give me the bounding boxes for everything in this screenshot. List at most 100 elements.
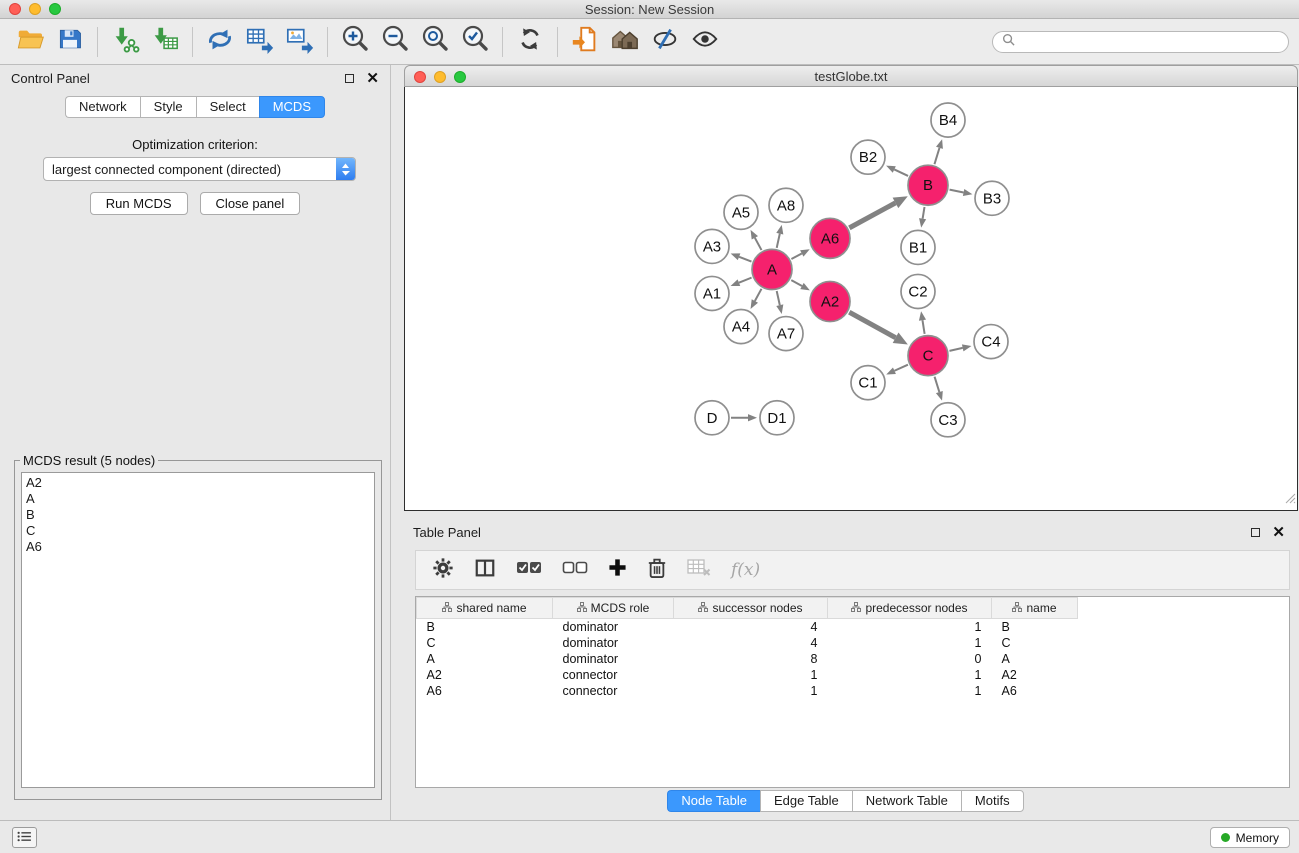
table-cell[interactable]: 4 [674, 635, 828, 651]
mcds-result-item[interactable]: A [26, 491, 370, 507]
network-edge[interactable] [923, 207, 925, 219]
import-table-from-file-button[interactable] [145, 23, 185, 61]
run-mcds-button[interactable]: Run MCDS [90, 192, 188, 215]
table-cell[interactable]: 1 [828, 619, 992, 635]
table-cell[interactable]: A6 [992, 683, 1078, 699]
table-row[interactable]: Bdominator41B [417, 619, 1078, 635]
refresh-button[interactable] [510, 23, 550, 61]
zoom-in-button[interactable] [335, 23, 375, 61]
zoom-window-button[interactable] [49, 3, 61, 15]
network-edge[interactable] [949, 348, 962, 351]
search-box[interactable] [992, 31, 1289, 53]
mcds-result-item[interactable]: A6 [26, 539, 370, 555]
tab-style[interactable]: Style [140, 96, 196, 118]
network-edge[interactable] [922, 320, 924, 334]
select-all-button[interactable] [516, 560, 542, 581]
tab-edge-table[interactable]: Edge Table [760, 790, 852, 812]
table-cell[interactable]: 1 [674, 667, 828, 683]
tab-select[interactable]: Select [196, 96, 259, 118]
close-table-panel-icon[interactable]: ✕ [1272, 525, 1285, 540]
network-edge[interactable] [739, 278, 752, 283]
table-cell[interactable]: A [992, 651, 1078, 667]
table-cell[interactable]: dominator [553, 651, 674, 667]
network-edge[interactable] [894, 169, 908, 175]
table-cell[interactable]: 8 [674, 651, 828, 667]
network-edge[interactable] [849, 312, 895, 338]
memory-button[interactable]: Memory [1210, 827, 1290, 848]
delete-row-button[interactable] [647, 557, 667, 584]
task-history-button[interactable] [12, 827, 37, 848]
close-panel-icon[interactable]: ✕ [366, 71, 379, 86]
table-cell[interactable]: connector [553, 683, 674, 699]
network-edge[interactable] [934, 148, 939, 164]
search-input[interactable] [1020, 35, 1279, 49]
column-header[interactable]: predecessor nodes [828, 598, 992, 619]
column-header[interactable]: name [992, 598, 1078, 619]
mcds-result-item[interactable]: C [26, 523, 370, 539]
network-edge[interactable] [755, 238, 762, 250]
close-network-window-button[interactable] [414, 71, 426, 83]
table-cell[interactable]: B [992, 619, 1078, 635]
resize-grip-icon[interactable] [1285, 491, 1296, 509]
zoom-selected-button[interactable] [455, 23, 495, 61]
export-table-button[interactable] [240, 23, 280, 61]
minimize-window-button[interactable] [29, 3, 41, 15]
network-edge[interactable] [739, 257, 751, 262]
tab-network[interactable]: Network [65, 96, 140, 118]
table-cell[interactable]: A [417, 651, 553, 667]
column-header[interactable]: shared name [417, 598, 553, 619]
network-edge[interactable] [935, 377, 940, 392]
float-table-panel-icon[interactable] [1251, 528, 1260, 537]
close-window-button[interactable] [9, 3, 21, 15]
import-network-from-file-button[interactable] [105, 23, 145, 61]
table-cell[interactable]: 1 [828, 635, 992, 651]
zoom-network-window-button[interactable] [454, 71, 466, 83]
close-panel-button[interactable]: Close panel [200, 192, 301, 215]
table-cell[interactable]: 0 [828, 651, 992, 667]
network-edge[interactable] [950, 190, 964, 193]
home-views-button[interactable] [605, 23, 645, 61]
table-cell[interactable]: dominator [553, 619, 674, 635]
network-edge[interactable] [777, 234, 780, 248]
column-header[interactable]: successor nodes [674, 598, 828, 619]
function-builder-button[interactable]: f(x) [731, 560, 760, 580]
table-cell[interactable]: 1 [828, 667, 992, 683]
network-edge[interactable] [791, 253, 801, 259]
network-edge[interactable] [777, 291, 780, 305]
save-session-button[interactable] [50, 23, 90, 61]
table-cell[interactable]: 4 [674, 619, 828, 635]
network-edge[interactable] [791, 280, 802, 286]
tab-motifs[interactable]: Motifs [961, 790, 1024, 812]
table-row[interactable]: Cdominator41C [417, 635, 1078, 651]
table-cell[interactable]: dominator [553, 635, 674, 651]
table-row[interactable]: A6connector11A6 [417, 683, 1078, 699]
tab-node-table[interactable]: Node Table [667, 790, 760, 812]
network-edge[interactable] [755, 289, 762, 301]
table-cell[interactable]: A2 [992, 667, 1078, 683]
network-graph[interactable]: AA1A2A3A4A5A6A7A8BB1B2B3B4CC1C2C3C4DD1 [405, 87, 1297, 510]
open-session-button[interactable] [10, 23, 50, 61]
table-settings-button[interactable] [432, 557, 454, 584]
table-row[interactable]: Adominator80A [417, 651, 1078, 667]
network-canvas[interactable]: AA1A2A3A4A5A6A7A8BB1B2B3B4CC1C2C3C4DD1 [404, 87, 1298, 511]
tab-mcds[interactable]: MCDS [259, 96, 325, 118]
table-cell[interactable]: A2 [417, 667, 553, 683]
table-cell[interactable]: C [417, 635, 553, 651]
table-cell[interactable]: C [992, 635, 1078, 651]
split-view-button[interactable] [474, 557, 496, 584]
hide-graphics-details-button[interactable] [645, 23, 685, 61]
column-header[interactable]: MCDS role [553, 598, 674, 619]
table-row[interactable]: A2connector11A2 [417, 667, 1078, 683]
table-cell[interactable]: 1 [674, 683, 828, 699]
add-row-button[interactable] [608, 558, 627, 582]
optimization-criterion-select[interactable]: largest connected component (directed) [43, 157, 356, 181]
network-window-titlebar[interactable]: testGlobe.txt [404, 65, 1298, 87]
delete-table-button[interactable] [687, 559, 711, 582]
table-cell[interactable]: connector [553, 667, 674, 683]
deselect-all-button[interactable] [562, 560, 588, 581]
show-graphics-details-button[interactable] [685, 23, 725, 61]
tab-network-table[interactable]: Network Table [852, 790, 961, 812]
minimize-network-window-button[interactable] [434, 71, 446, 83]
table-cell[interactable]: A6 [417, 683, 553, 699]
network-edge[interactable] [894, 365, 907, 371]
